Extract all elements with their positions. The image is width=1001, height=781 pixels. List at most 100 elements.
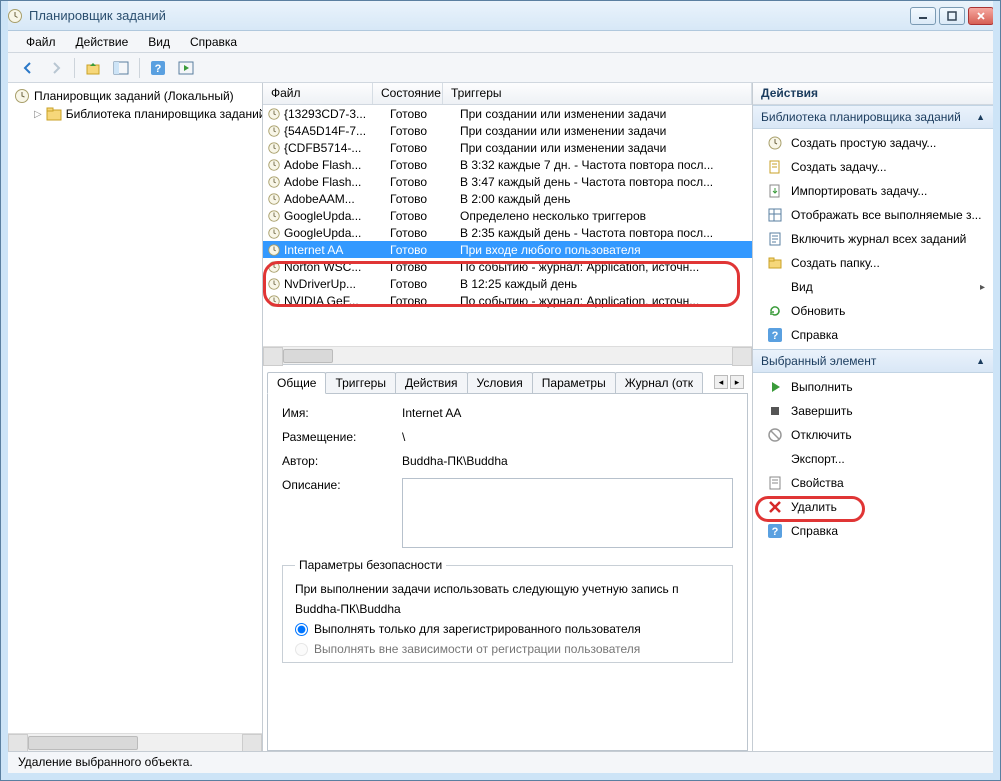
action-справка[interactable]: ?Справка bbox=[753, 519, 993, 543]
action-обновить[interactable]: Обновить bbox=[753, 299, 993, 323]
section-selected-label: Выбранный элемент bbox=[761, 354, 876, 368]
action-создать-папку-[interactable]: Создать папку... bbox=[753, 251, 993, 275]
task-row[interactable]: GoogleUpda...ГотовоВ 2:35 каждый день - … bbox=[263, 224, 752, 241]
tree-root-label: Планировщик заданий (Локальный) bbox=[34, 89, 234, 103]
play-icon bbox=[767, 379, 783, 395]
author-label: Автор: bbox=[282, 454, 402, 468]
tab-actions[interactable]: Действия bbox=[395, 372, 468, 394]
tab-triggers[interactable]: Триггеры bbox=[325, 372, 396, 394]
action-создать-простую-задачу-[interactable]: Создать простую задачу... bbox=[753, 131, 993, 155]
task-grid: Файл Состояние Триггеры {13293CD7-3...Го… bbox=[263, 83, 752, 365]
action-справка[interactable]: ?Справка bbox=[753, 323, 993, 347]
toolbar: ? bbox=[8, 53, 993, 83]
action-создать-задачу-[interactable]: Создать задачу... bbox=[753, 155, 993, 179]
radio-any bbox=[295, 643, 308, 656]
security-text: При выполнении задачи использовать следу… bbox=[295, 582, 720, 596]
task-row[interactable]: Adobe Flash...ГотовоВ 3:47 каждый день -… bbox=[263, 173, 752, 190]
col-state[interactable]: Состояние bbox=[373, 83, 443, 104]
name-label: Имя: bbox=[282, 406, 402, 420]
refresh-icon bbox=[767, 303, 783, 319]
task-row[interactable]: {CDFB5714-...ГотовоПри создании или изме… bbox=[263, 139, 752, 156]
minimize-button[interactable] bbox=[910, 7, 936, 25]
import-icon bbox=[767, 183, 783, 199]
maximize-button[interactable] bbox=[939, 7, 965, 25]
col-triggers[interactable]: Триггеры bbox=[443, 83, 752, 104]
tree-library[interactable]: ▷ Библиотека планировщика заданий bbox=[12, 105, 258, 123]
tab-settings[interactable]: Параметры bbox=[532, 372, 616, 394]
tree-library-label: Библиотека планировщика заданий bbox=[66, 107, 263, 121]
doc-icon bbox=[767, 159, 783, 175]
menu-view[interactable]: Вид bbox=[138, 33, 180, 51]
back-button[interactable] bbox=[16, 57, 40, 79]
actions-header: Действия bbox=[753, 83, 993, 105]
task-row[interactable]: Adobe Flash...ГотовоВ 3:32 каждые 7 дн. … bbox=[263, 156, 752, 173]
col-file[interactable]: Файл bbox=[263, 83, 373, 104]
journal-icon bbox=[767, 231, 783, 247]
tab-scroll-right[interactable]: ▸ bbox=[730, 375, 744, 389]
section-library-label: Библиотека планировщика заданий bbox=[761, 110, 961, 124]
panes-button[interactable] bbox=[109, 57, 133, 79]
tree-scrollbar[interactable] bbox=[8, 733, 262, 751]
task-row[interactable]: AdobeAAM...ГотовоВ 2:00 каждый день bbox=[263, 190, 752, 207]
task-row[interactable]: NVIDIA GeF...ГотовоПо событию - журнал: … bbox=[263, 292, 752, 309]
task-row[interactable]: {54A5D14F-7...ГотовоПри создании или изм… bbox=[263, 122, 752, 139]
radio-logged-on[interactable] bbox=[295, 623, 308, 636]
tab-conditions[interactable]: Условия bbox=[467, 372, 533, 394]
tree-panel: Планировщик заданий (Локальный) ▷ Библио… bbox=[8, 83, 263, 751]
tab-history[interactable]: Журнал (отк bbox=[615, 372, 703, 394]
clock-icon bbox=[767, 135, 783, 151]
clock-icon bbox=[7, 8, 23, 24]
action-удалить[interactable]: Удалить bbox=[753, 495, 993, 519]
tree-root[interactable]: Планировщик заданий (Локальный) bbox=[12, 87, 258, 105]
menu-bar: Файл Действие Вид Справка bbox=[8, 31, 993, 53]
preview-button[interactable] bbox=[174, 57, 198, 79]
location-label: Размещение: bbox=[282, 430, 402, 444]
action-включить-журнал-всех-заданий[interactable]: Включить журнал всех заданий bbox=[753, 227, 993, 251]
desc-textarea[interactable] bbox=[402, 478, 733, 548]
action-отключить[interactable]: Отключить bbox=[753, 423, 993, 447]
disable-icon bbox=[767, 427, 783, 443]
forward-button[interactable] bbox=[44, 57, 68, 79]
help-icon: ? bbox=[767, 523, 783, 539]
action-выполнить[interactable]: Выполнить bbox=[753, 375, 993, 399]
action-экспорт-[interactable]: Экспорт... bbox=[753, 447, 993, 471]
help-button[interactable]: ? bbox=[146, 57, 170, 79]
delete-icon bbox=[767, 499, 783, 515]
action-завершить[interactable]: Завершить bbox=[753, 399, 993, 423]
help-icon: ? bbox=[767, 327, 783, 343]
menu-file[interactable]: Файл bbox=[16, 33, 66, 51]
section-selected[interactable]: Выбранный элемент ▲ bbox=[753, 349, 993, 373]
window-title: Планировщик заданий bbox=[29, 8, 910, 23]
task-row[interactable]: GoogleUpda...ГотовоОпределено несколько … bbox=[263, 207, 752, 224]
task-row[interactable]: Norton WSC...ГотовоПо событию - журнал: … bbox=[263, 258, 752, 275]
collapse-icon[interactable]: ▲ bbox=[976, 112, 985, 122]
task-row[interactable]: NvDriverUp...ГотовоВ 12:25 каждый день bbox=[263, 275, 752, 292]
actions-panel: Действия Библиотека планировщика заданий… bbox=[753, 83, 993, 751]
expand-icon[interactable]: ▷ bbox=[34, 109, 42, 120]
desc-label: Описание: bbox=[282, 478, 402, 492]
action-импортировать-задачу-[interactable]: Импортировать задачу... bbox=[753, 179, 993, 203]
title-bar: Планировщик заданий bbox=[1, 1, 1000, 31]
collapse-icon[interactable]: ▲ bbox=[976, 356, 985, 366]
action-отображать-все-выполняемые-з-[interactable]: Отображать все выполняемые з... bbox=[753, 203, 993, 227]
close-button[interactable] bbox=[968, 7, 994, 25]
svg-text:?: ? bbox=[155, 63, 162, 75]
tab-scroll-left[interactable]: ◂ bbox=[714, 375, 728, 389]
folder-icon bbox=[46, 106, 62, 122]
menu-help[interactable]: Справка bbox=[180, 33, 247, 51]
up-button[interactable] bbox=[81, 57, 105, 79]
task-row[interactable]: Internet AAГотовоПри входе любого пользо… bbox=[263, 241, 752, 258]
status-text: Удаление выбранного объекта. bbox=[18, 755, 193, 769]
grid-icon bbox=[767, 207, 783, 223]
action-вид[interactable]: Вид▸ bbox=[753, 275, 993, 299]
menu-action[interactable]: Действие bbox=[66, 33, 139, 51]
task-row[interactable]: {13293CD7-3...ГотовоПри создании или изм… bbox=[263, 105, 752, 122]
grid-scrollbar[interactable] bbox=[263, 346, 752, 364]
tab-general[interactable]: Общие bbox=[267, 372, 326, 394]
security-fieldset: Параметры безопасности При выполнении за… bbox=[282, 558, 733, 663]
radio-any-label: Выполнять вне зависимости от регистрации… bbox=[314, 642, 640, 656]
section-library[interactable]: Библиотека планировщика заданий ▲ bbox=[753, 105, 993, 129]
action-свойства[interactable]: Свойства bbox=[753, 471, 993, 495]
tab-body-general: Имя: Internet AA Размещение: \ Автор: Bu… bbox=[267, 393, 748, 751]
clock-icon bbox=[14, 88, 30, 104]
